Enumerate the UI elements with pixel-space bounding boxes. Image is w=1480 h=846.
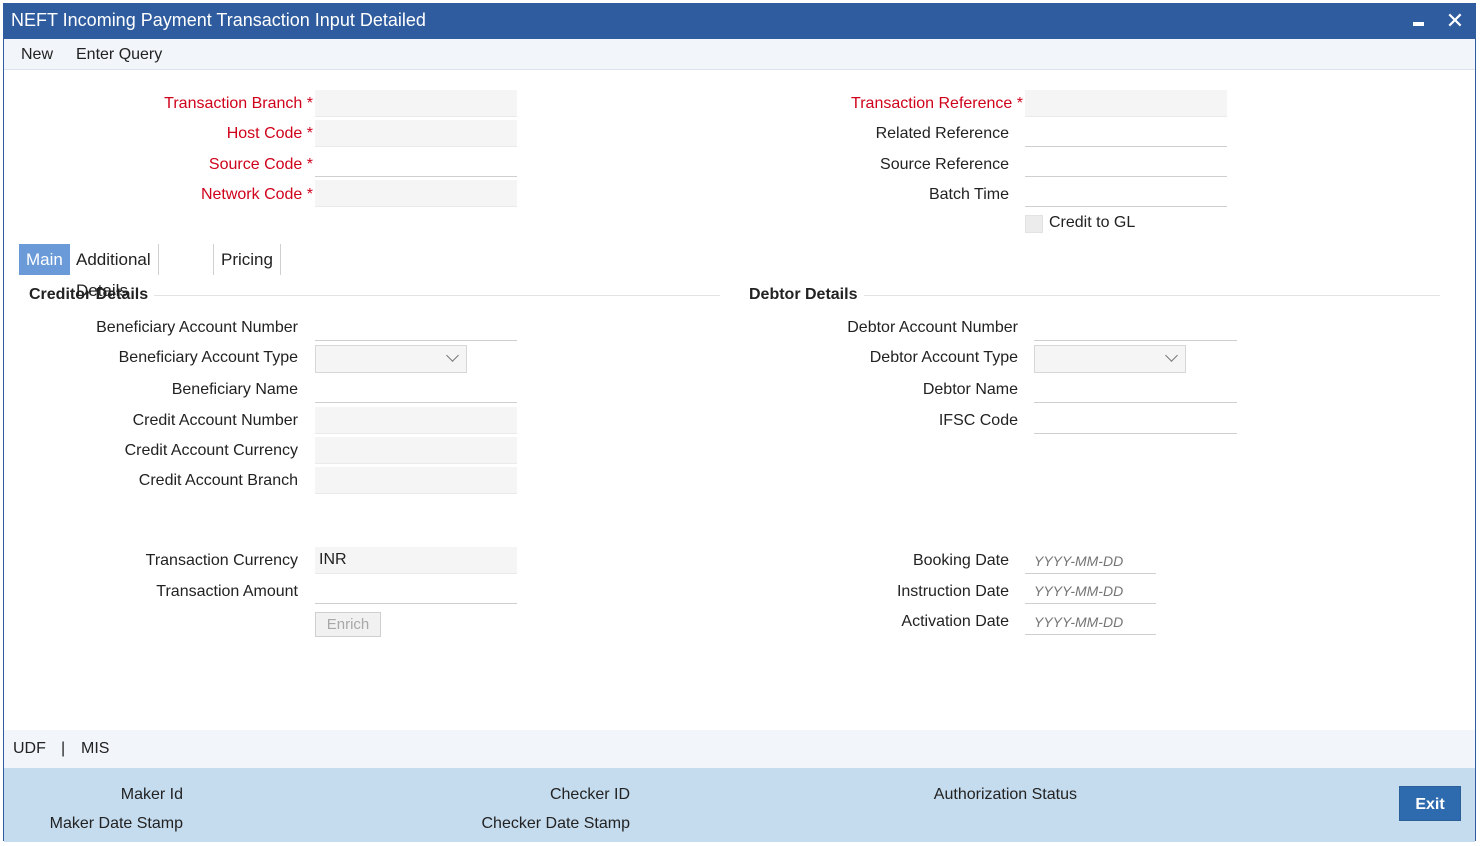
credit-account-currency-label: Credit Account Currency <box>124 442 298 459</box>
creditor-section-divider <box>154 295 720 296</box>
debtor-section-divider <box>864 295 1440 296</box>
related-reference-label: Related Reference <box>875 125 1009 142</box>
beneficiary-account-type-select[interactable] <box>315 345 467 373</box>
tab-main[interactable]: Main <box>19 244 70 275</box>
transaction-reference-field[interactable] <box>1025 90 1227 117</box>
batch-time-field[interactable] <box>1025 180 1227 207</box>
credit-account-currency-field[interactable] <box>315 437 517 464</box>
source-code-label: Source Code * <box>208 156 313 173</box>
enrich-button[interactable]: Enrich <box>315 612 381 637</box>
debtor-account-type-select[interactable] <box>1034 345 1186 373</box>
menu-new[interactable]: New <box>21 46 53 64</box>
close-icon[interactable]: ✕ <box>1443 9 1467 33</box>
credit-account-number-field[interactable] <box>315 407 517 434</box>
neft-incoming-window: NEFT Incoming Payment Transaction Input … <box>3 3 1476 842</box>
ifsc-code-field[interactable] <box>1034 407 1237 434</box>
debtor-name-field[interactable] <box>1034 376 1237 403</box>
sub-screen-links-bar: UDF | MIS <box>4 730 1475 768</box>
menu-enter-query[interactable]: Enter Query <box>76 46 162 64</box>
debtor-details-title: Debtor Details <box>749 286 858 303</box>
link-separator: | <box>61 740 66 757</box>
activation-date-label: Activation Date <box>901 613 1009 630</box>
transaction-currency-label: Transaction Currency <box>145 552 298 569</box>
beneficiary-account-number-label: Beneficiary Account Number <box>96 319 298 336</box>
minimize-icon[interactable] <box>1409 9 1429 33</box>
host-code-label: Host Code * <box>226 125 313 142</box>
related-reference-field[interactable] <box>1025 120 1227 147</box>
chevron-down-icon <box>1165 349 1178 362</box>
checker-id-label: Checker ID <box>549 786 630 803</box>
ifsc-code-label: IFSC Code <box>938 412 1018 429</box>
credit-to-gl-checkbox[interactable] <box>1025 215 1043 233</box>
exit-button[interactable]: Exit <box>1399 786 1461 821</box>
menu-bar: New Enter Query <box>4 39 1475 70</box>
creditor-details-title: Creditor Details <box>29 286 149 303</box>
authorization-status-label: Authorization Status <box>933 786 1077 803</box>
transaction-amount-field[interactable] <box>315 577 517 604</box>
transaction-currency-field[interactable] <box>315 547 517 574</box>
beneficiary-account-type-label: Beneficiary Account Type <box>118 349 298 366</box>
source-code-field[interactable] <box>315 150 517 177</box>
audit-footer: Maker Id Maker Date Stamp Checker ID Che… <box>4 768 1475 842</box>
tab-pricing[interactable]: Pricing <box>213 244 281 275</box>
udf-link[interactable]: UDF <box>13 740 46 758</box>
booking-date-field[interactable] <box>1025 547 1156 574</box>
network-code-field[interactable] <box>315 180 517 207</box>
debtor-account-number-label: Debtor Account Number <box>847 319 1018 336</box>
title-bar: NEFT Incoming Payment Transaction Input … <box>4 4 1475 39</box>
source-reference-field[interactable] <box>1025 150 1227 177</box>
transaction-branch-label: Transaction Branch * <box>164 95 313 112</box>
maker-id-label: Maker Id <box>120 786 183 803</box>
beneficiary-name-label: Beneficiary Name <box>171 381 298 398</box>
booking-date-label: Booking Date <box>912 552 1009 569</box>
debtor-account-type-label: Debtor Account Type <box>869 349 1018 366</box>
debtor-name-label: Debtor Name <box>922 381 1018 398</box>
debtor-account-number-field[interactable] <box>1034 314 1237 341</box>
maker-date-stamp-label: Maker Date Stamp <box>49 815 183 832</box>
mis-link[interactable]: MIS <box>81 740 109 758</box>
batch-time-label: Batch Time <box>928 186 1009 203</box>
transaction-branch-field[interactable] <box>315 90 517 117</box>
source-reference-label: Source Reference <box>880 156 1009 173</box>
window-title: NEFT Incoming Payment Transaction Input … <box>11 10 426 30</box>
chevron-down-icon <box>446 349 459 362</box>
transaction-amount-label: Transaction Amount <box>156 583 298 600</box>
instruction-date-field[interactable] <box>1025 577 1156 604</box>
activation-date-field[interactable] <box>1025 608 1156 635</box>
tab-additional-details[interactable]: Additional Details <box>69 244 159 300</box>
credit-account-branch-label: Credit Account Branch <box>138 472 298 489</box>
instruction-date-label: Instruction Date <box>896 583 1009 600</box>
transaction-reference-label: Transaction Reference * <box>851 95 1023 112</box>
beneficiary-account-number-field[interactable] <box>315 314 517 341</box>
beneficiary-name-field[interactable] <box>315 376 517 403</box>
credit-to-gl-label: Credit to GL <box>1049 214 1136 231</box>
checker-date-stamp-label: Checker Date Stamp <box>481 815 630 832</box>
credit-account-number-label: Credit Account Number <box>132 412 298 429</box>
credit-account-branch-field[interactable] <box>315 467 517 494</box>
host-code-field[interactable] <box>315 120 517 147</box>
network-code-label: Network Code * <box>200 186 313 203</box>
